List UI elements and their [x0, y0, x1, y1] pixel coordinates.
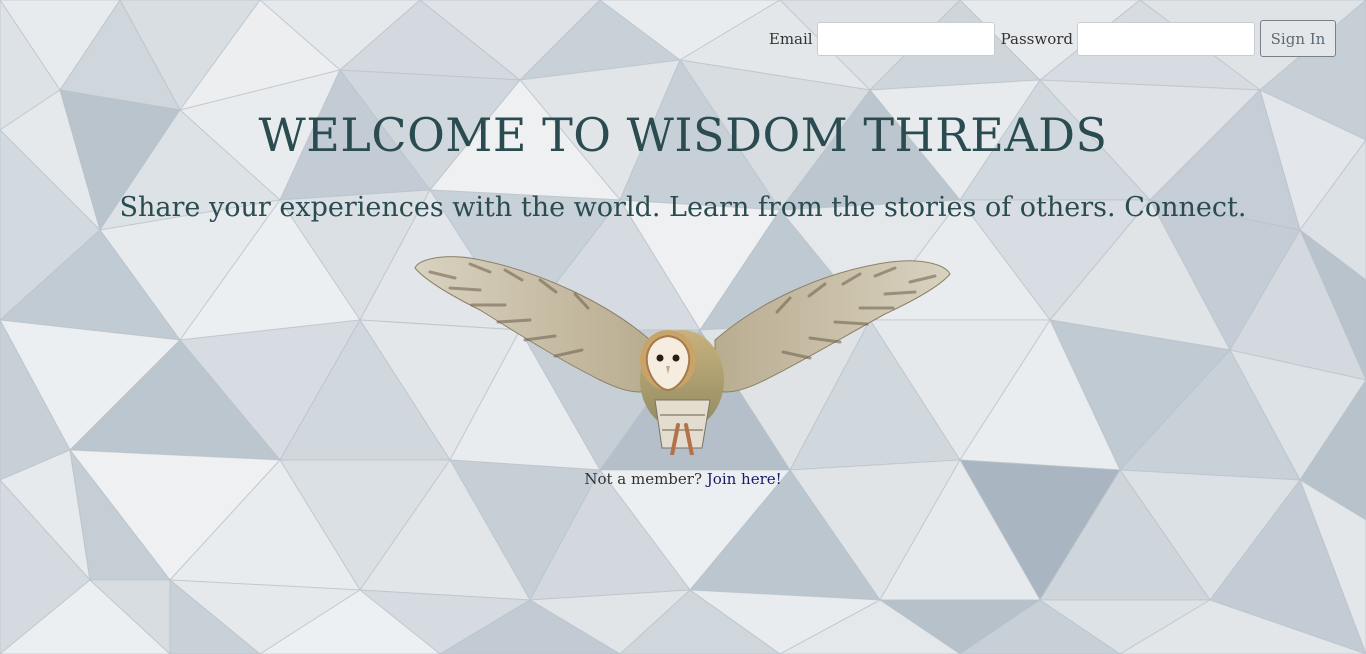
owl-image: [414, 256, 951, 455]
password-input[interactable]: [1077, 21, 1255, 56]
page-content: Email Password Sign In WELCOME TO WISDOM…: [0, 0, 1366, 654]
login-form: Email Password Sign In: [763, 20, 1336, 57]
email-input[interactable]: [816, 21, 995, 56]
join-prompt: Not a member? Join here!: [0, 470, 1366, 488]
email-label: Email: [768, 29, 813, 48]
password-label: Password: [1000, 29, 1073, 48]
tagline: Share your experiences with the world. L…: [119, 192, 1247, 223]
page-title: WELCOME TO WISDOM THREADS: [258, 108, 1108, 162]
sign-in-button[interactable]: Sign In: [1260, 20, 1336, 57]
join-prompt-text: Not a member?: [584, 470, 702, 488]
join-link[interactable]: Join here!: [707, 470, 782, 488]
